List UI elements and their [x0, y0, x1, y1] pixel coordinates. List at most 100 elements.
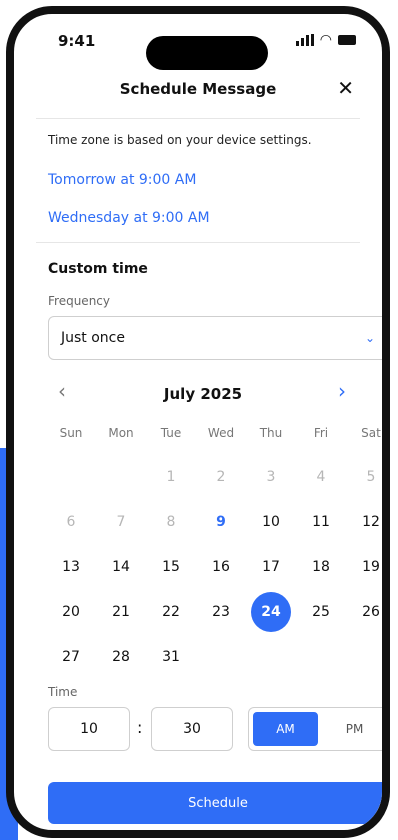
date-label: 20: [62, 603, 80, 620]
page-title: Schedule Message: [119, 80, 277, 98]
date-cell[interactable]: 25: [296, 589, 346, 634]
date-cell[interactable]: 3: [246, 454, 296, 499]
date-label: [51, 457, 91, 497]
date-cell[interactable]: 19: [346, 544, 382, 589]
chevron-down-icon: ⌄: [364, 331, 375, 345]
next-month-button[interactable]: ›: [338, 379, 346, 403]
weekday-sun: Sun: [59, 426, 83, 440]
date-label: 3: [266, 468, 276, 485]
date-cell[interactable]: 15: [146, 544, 196, 589]
date-cell[interactable]: 21: [96, 589, 146, 634]
date-cell[interactable]: 10: [246, 499, 296, 544]
date-cell[interactable]: 11: [296, 499, 346, 544]
date-label: [101, 457, 141, 497]
date-cell[interactable]: 9: [196, 499, 246, 544]
date-label: 11: [312, 513, 330, 530]
date-cell[interactable]: 7: [96, 499, 146, 544]
date-cell[interactable]: 8: [146, 499, 196, 544]
quick-option-wednesday[interactable]: Wednesday at 9:00 AM: [48, 210, 210, 226]
weekday-mon: Mon: [108, 426, 134, 440]
month-navigation: ‹ July 2025 ›: [48, 379, 358, 407]
date-label: 24: [251, 591, 291, 632]
date-label: 13: [62, 558, 80, 575]
date-cell[interactable]: 17: [246, 544, 296, 589]
date-label: 4: [316, 468, 326, 485]
quick-option-tomorrow[interactable]: Tomorrow at 9:00 AM: [48, 172, 196, 188]
date-label: 10: [262, 513, 280, 530]
header-divider: [36, 118, 360, 119]
close-icon[interactable]: ✕: [337, 76, 354, 100]
date-cell[interactable]: 14: [96, 544, 146, 589]
date-cell[interactable]: 18: [296, 544, 346, 589]
hour-input[interactable]: 10: [48, 707, 130, 751]
date-cell[interactable]: 20: [46, 589, 96, 634]
battery-icon: [338, 35, 356, 45]
date-cell[interactable]: 31: [146, 634, 196, 679]
date-cell[interactable]: 16: [196, 544, 246, 589]
date-label: 8: [166, 513, 176, 530]
date-label: 22: [162, 603, 180, 620]
month-title: July 2025: [163, 385, 243, 403]
phone-frame: 9:41 ◠ Schedule Message ✕ Time zone is b…: [6, 6, 390, 838]
date-cell[interactable]: 24: [246, 589, 296, 634]
date-label: 6: [66, 513, 76, 530]
wifi-icon: ◠: [319, 32, 332, 48]
pm-option[interactable]: PM: [322, 708, 382, 750]
signal-icon: [295, 34, 314, 46]
frequency-label: Frequency: [48, 294, 110, 308]
weekday-sat: Sat: [361, 426, 381, 440]
schedule-button[interactable]: Schedule: [48, 782, 382, 824]
date-label: 7: [116, 513, 126, 530]
date-cell[interactable]: 27: [46, 634, 96, 679]
am-pm-toggle: AM PM: [248, 707, 382, 751]
date-label: 19: [362, 558, 380, 575]
date-label: 25: [312, 603, 330, 620]
date-cell[interactable]: 26: [346, 589, 382, 634]
date-empty: [96, 454, 146, 499]
weekday-thu: Thu: [259, 426, 283, 440]
date-label: 26: [362, 603, 380, 620]
weekday-tue: Tue: [160, 426, 182, 440]
date-label: 28: [112, 648, 130, 665]
date-label: 23: [212, 603, 230, 620]
am-option[interactable]: AM: [253, 712, 318, 746]
frequency-select[interactable]: Just once ⌄: [48, 316, 382, 360]
date-label: 18: [312, 558, 330, 575]
custom-time-title: Custom time: [48, 261, 148, 277]
status-time: 9:41: [58, 32, 96, 50]
date-label: 15: [162, 558, 180, 575]
date-label: 16: [212, 558, 230, 575]
date-label: 21: [112, 603, 130, 620]
date-cell[interactable]: 22: [146, 589, 196, 634]
date-cell[interactable]: 12: [346, 499, 382, 544]
date-cell[interactable]: 1: [146, 454, 196, 499]
date-cell[interactable]: 28: [96, 634, 146, 679]
calendar-grid: 1 2 3 4 5 6 7 8 9 10 11 12 13 14 15 16 17 18 19 20 21 22 23 24 2…: [46, 454, 382, 679]
date-cell[interactable]: 23: [196, 589, 246, 634]
date-label: 12: [362, 513, 380, 530]
frequency-value: Just once: [61, 330, 125, 346]
date-label: 2: [216, 468, 226, 485]
timezone-note: Time zone is based on your device settin…: [48, 133, 312, 147]
date-label: 27: [62, 648, 80, 665]
date-label: 14: [112, 558, 130, 575]
weekday-header: Sun Mon Tue Wed Thu Fri Sat: [46, 426, 382, 440]
time-label: Time: [48, 685, 78, 699]
weekday-fri: Fri: [313, 426, 329, 440]
time-separator: :: [137, 718, 143, 737]
date-cell[interactable]: 4: [296, 454, 346, 499]
date-cell[interactable]: 13: [46, 544, 96, 589]
dynamic-island: [146, 36, 268, 70]
date-label: 17: [262, 558, 280, 575]
date-label: 5: [366, 468, 376, 485]
date-label: 1: [166, 468, 176, 485]
date-label: 31: [162, 648, 180, 665]
date-empty: [46, 454, 96, 499]
date-cell[interactable]: 6: [46, 499, 96, 544]
status-icons: ◠: [295, 32, 356, 48]
date-cell[interactable]: 2: [196, 454, 246, 499]
date-cell[interactable]: 5: [346, 454, 382, 499]
date-label: 9: [216, 513, 226, 530]
weekday-wed: Wed: [207, 426, 235, 440]
minute-input[interactable]: 30: [151, 707, 233, 751]
